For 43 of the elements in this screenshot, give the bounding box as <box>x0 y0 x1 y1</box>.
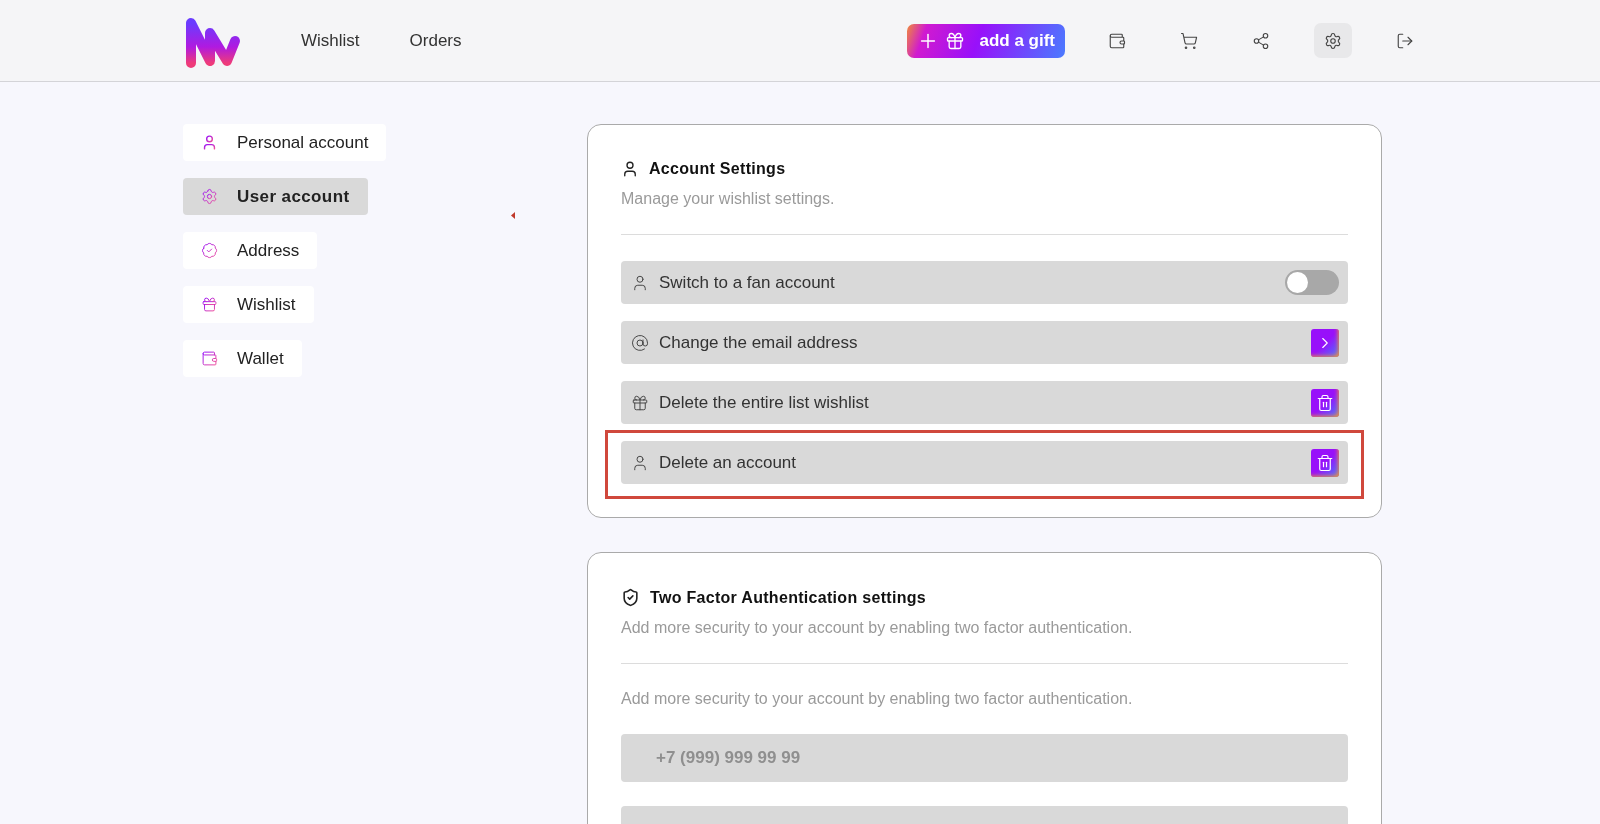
user-icon <box>631 273 649 292</box>
settings-button[interactable] <box>1314 23 1352 58</box>
at-sign-icon <box>631 333 649 352</box>
row-label: Switch to a fan account <box>659 272 836 293</box>
phone-field[interactable]: +7 (999) 999 99 99 <box>621 734 1348 782</box>
wallet-icon <box>1108 31 1126 50</box>
nav-link[interactable]: Orders <box>409 30 462 51</box>
sidebar-item[interactable]: User account <box>183 178 368 215</box>
wallet-icon <box>201 350 218 367</box>
delete-button[interactable] <box>1311 448 1339 477</box>
card-subtitle: Manage your wishlist settings. <box>621 190 836 208</box>
badge-check-icon <box>201 242 218 259</box>
user-icon <box>621 160 639 178</box>
nav-link[interactable]: Wishlist <box>301 30 360 51</box>
card-title: Two Factor Authentication settings <box>650 588 926 607</box>
row-label: Delete an account <box>659 452 798 473</box>
sidebar-item[interactable]: Wishlist <box>183 286 314 323</box>
card-subtitle: Add more security to your account by enabling two factor authentication. <box>621 619 1134 637</box>
row-label: Delete the entire list wishlist <box>659 392 870 413</box>
logout-icon <box>1396 31 1414 50</box>
sidebar-item[interactable]: Address <box>183 232 318 269</box>
card-title: Account Settings <box>649 160 786 178</box>
gift-icon <box>945 30 966 51</box>
settings-icon <box>201 188 218 205</box>
trash-icon <box>1316 393 1334 412</box>
caret-icon <box>511 212 515 219</box>
sidebar-item[interactable]: Personal account <box>183 124 387 161</box>
cart-icon <box>1180 31 1198 50</box>
user-icon <box>201 134 218 151</box>
add-gift-button[interactable]: add a gift <box>907 23 1065 58</box>
share-icon <box>1252 31 1270 50</box>
toggle-switch[interactable] <box>1285 270 1339 295</box>
shield-icon <box>621 588 640 607</box>
delete-button[interactable] <box>1311 388 1339 417</box>
gift-icon <box>631 393 649 412</box>
settings-icon <box>1324 31 1342 50</box>
user-icon <box>631 453 649 472</box>
gift-icon <box>201 296 218 313</box>
sidebar-item[interactable]: Wallet <box>183 340 302 377</box>
trash-icon <box>1316 453 1334 472</box>
next-button[interactable] <box>1311 328 1339 357</box>
row-label: Change the email address <box>659 332 859 353</box>
description-text: Add more security to your account by enabling two factor authentication. <box>621 690 1134 708</box>
